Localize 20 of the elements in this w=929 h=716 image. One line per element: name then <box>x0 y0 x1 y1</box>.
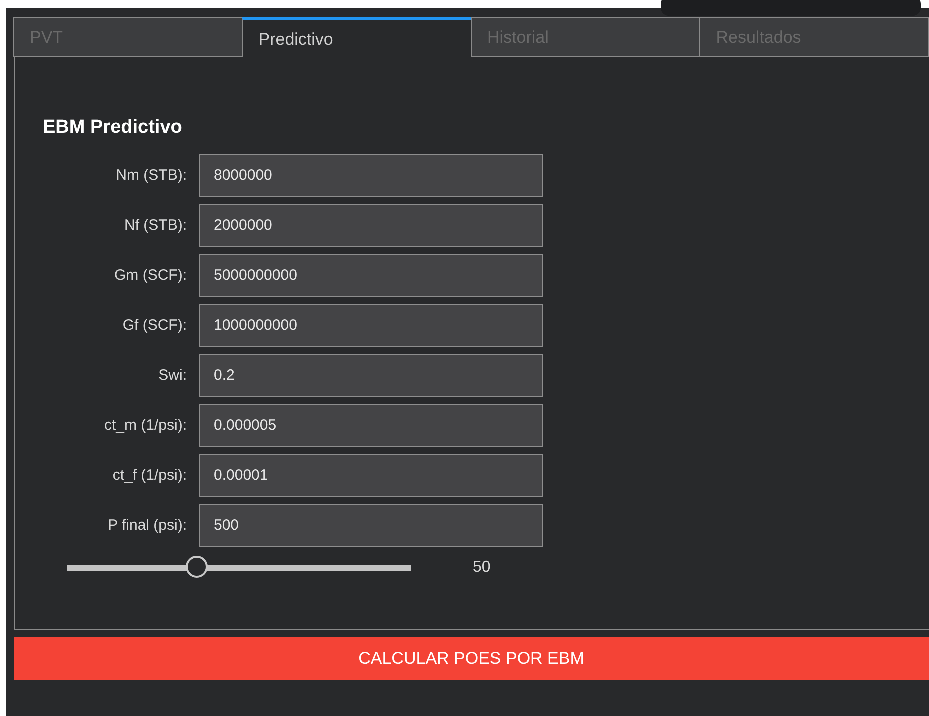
field-label: Nf (STB): <box>124 217 187 234</box>
field-label: Gf (SCF): <box>122 317 187 334</box>
slider-value: 50 <box>473 559 491 577</box>
slider-thumb[interactable] <box>186 556 208 578</box>
input-field[interactable]: 5000000000 <box>199 254 543 297</box>
input-field[interactable]: 0.000005 <box>199 404 543 447</box>
input-field[interactable]: 2000000 <box>199 204 543 247</box>
field-label: ct_m (1/psi): <box>104 417 187 434</box>
field-label: P final (psi): <box>108 517 187 534</box>
input-field[interactable]: 8000000 <box>199 154 543 197</box>
input-field[interactable]: 500 <box>199 504 543 547</box>
input-field[interactable]: 1000000000 <box>199 304 543 347</box>
field-label: Gm (SCF): <box>114 267 187 284</box>
section-title: EBM Predictivo <box>43 117 184 139</box>
input-field[interactable]: 0.00001 <box>199 454 543 497</box>
calculate-button[interactable]: CALCULAR POES POR EBM <box>14 637 929 680</box>
field-label: Swi: <box>158 367 187 384</box>
input-field[interactable]: 0.2 <box>199 354 543 397</box>
field-label: Nm (STB): <box>116 167 187 184</box>
field-label: ct_f (1/psi): <box>112 467 187 484</box>
